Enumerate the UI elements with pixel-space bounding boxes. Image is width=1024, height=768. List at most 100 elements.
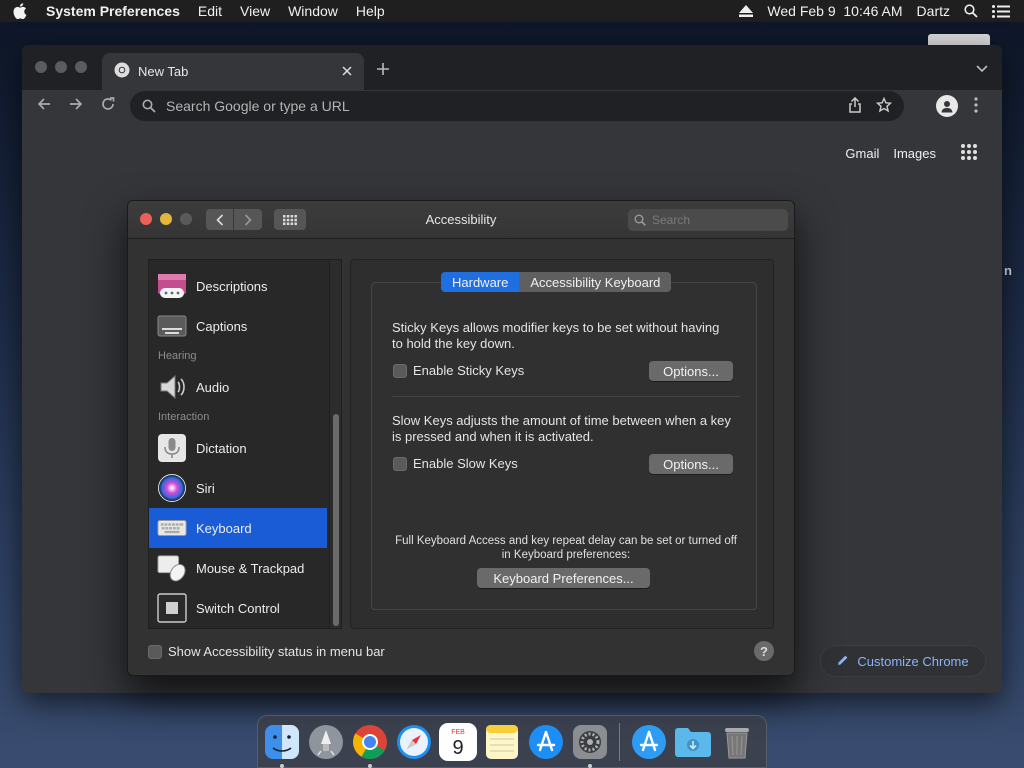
sidebar-item-audio[interactable]: Audio bbox=[149, 367, 327, 407]
keyboard-pane: Sticky Keys allows modifier keys to be s… bbox=[350, 259, 774, 629]
captions-icon bbox=[157, 311, 187, 341]
keyboard-icon bbox=[157, 513, 187, 543]
show-status-checkbox-box[interactable] bbox=[148, 644, 162, 659]
microphone-icon bbox=[157, 433, 187, 463]
zoom-window-button[interactable] bbox=[75, 61, 87, 73]
sidebar-item-keyboard[interactable]: Keyboard bbox=[149, 508, 327, 548]
keyboard-preferences-button[interactable]: Keyboard Preferences... bbox=[477, 568, 650, 588]
minimize-window-button[interactable] bbox=[55, 61, 67, 73]
app-menu[interactable]: System Preferences bbox=[40, 3, 189, 19]
finder-icon[interactable] bbox=[263, 723, 301, 768]
menu-edit[interactable]: Edit bbox=[189, 3, 231, 19]
notification-center-icon[interactable] bbox=[992, 4, 1010, 18]
sidebar-item-label: Mouse & Trackpad bbox=[196, 560, 305, 576]
customize-chrome-label: Customize Chrome bbox=[857, 653, 969, 669]
omnibox[interactable]: Search Google or type a URL bbox=[130, 91, 904, 121]
notes-icon[interactable] bbox=[483, 723, 521, 761]
tab-accessibility-keyboard[interactable]: Accessibility Keyboard bbox=[519, 272, 672, 292]
search-placeholder: Search bbox=[652, 213, 691, 227]
chrome-tabstrip: New Tab bbox=[22, 45, 1002, 90]
speaker-icon bbox=[157, 372, 187, 402]
calendar-month: FEB bbox=[451, 729, 465, 736]
slow-keys-options-button[interactable]: Options... bbox=[649, 454, 733, 474]
enable-sticky-keys-checkbox[interactable]: Enable Sticky Keys bbox=[393, 363, 524, 378]
window-titlebar[interactable]: Accessibility Search bbox=[128, 201, 794, 239]
eject-icon[interactable] bbox=[739, 5, 754, 17]
accessibility-sidebar: Descriptions Captions Hearing Audio Inte… bbox=[148, 259, 342, 629]
forward-button[interactable] bbox=[68, 96, 84, 112]
show-status-menu-checkbox[interactable]: Show Accessibility status in menu bar bbox=[148, 644, 385, 659]
sidebar-item-siri[interactable]: Siri bbox=[149, 468, 327, 508]
sidebar-item-dictation[interactable]: Dictation bbox=[149, 428, 327, 468]
sidebar-item-label: Captions bbox=[196, 318, 248, 334]
menu-help[interactable]: Help bbox=[347, 3, 394, 19]
reload-button[interactable] bbox=[100, 96, 116, 112]
google-apps-icon[interactable] bbox=[960, 143, 978, 164]
sidebar-item-descriptions[interactable]: Descriptions bbox=[149, 266, 327, 306]
menu-view[interactable]: View bbox=[231, 3, 279, 19]
new-tab-button[interactable] bbox=[376, 59, 390, 82]
calendar-icon[interactable]: FEB 9 bbox=[439, 722, 477, 761]
chrome-toolbar: Search Google or type a URL bbox=[22, 90, 1002, 122]
back-button[interactable] bbox=[36, 96, 52, 112]
downloads-folder-icon[interactable] bbox=[674, 723, 712, 761]
safari-icon[interactable] bbox=[395, 723, 433, 761]
keyboard-access-note: Full Keyboard Access and key repeat dela… bbox=[395, 535, 737, 561]
images-link[interactable]: Images bbox=[893, 146, 936, 161]
omnibox-search-icon bbox=[142, 99, 156, 113]
chrome-menu-icon[interactable] bbox=[974, 97, 978, 116]
customize-chrome-button[interactable]: Customize Chrome bbox=[820, 645, 986, 677]
omnibox-placeholder: Search Google or type a URL bbox=[166, 98, 350, 114]
sidebar-item-label: Keyboard bbox=[196, 520, 252, 536]
chrome-favicon-icon bbox=[114, 62, 130, 81]
sidebar-scrollbar[interactable] bbox=[329, 260, 341, 628]
preferences-search-field[interactable]: Search bbox=[628, 209, 788, 231]
menu-window[interactable]: Window bbox=[279, 3, 347, 19]
share-icon[interactable] bbox=[848, 96, 862, 116]
sidebar-item-label: Dictation bbox=[196, 440, 247, 456]
app-store-download-icon[interactable] bbox=[630, 723, 668, 761]
slow-keys-description: Slow Keys adjusts the amount of time bet… bbox=[392, 413, 731, 444]
pane-tabs: Hardware Accessibility Keyboard bbox=[441, 272, 672, 292]
accessibility-window: Accessibility Search Descriptions Captio… bbox=[127, 200, 795, 676]
trash-icon[interactable] bbox=[718, 723, 756, 761]
tab-new-tab[interactable]: New Tab bbox=[102, 53, 364, 90]
launchpad-icon[interactable] bbox=[307, 723, 345, 761]
close-window-button[interactable] bbox=[35, 61, 47, 73]
apple-menu-icon[interactable] bbox=[0, 3, 40, 19]
pencil-icon bbox=[837, 654, 849, 669]
sidebar-item-label: Audio bbox=[196, 379, 230, 395]
running-indicator bbox=[368, 763, 372, 768]
gmail-link[interactable]: Gmail bbox=[845, 146, 879, 161]
chrome-icon[interactable] bbox=[351, 723, 389, 768]
sticky-keys-checkbox-box[interactable] bbox=[393, 363, 407, 378]
sidebar-scrollbar-thumb[interactable] bbox=[333, 414, 339, 626]
app-store-icon[interactable] bbox=[527, 723, 565, 761]
chrome-window-controls bbox=[35, 61, 87, 73]
descriptions-icon bbox=[157, 271, 187, 301]
menu-bar: System Preferences Edit View Window Help… bbox=[0, 0, 1024, 22]
profile-avatar-icon[interactable] bbox=[936, 95, 958, 117]
bookmark-star-icon[interactable] bbox=[875, 96, 893, 116]
sticky-keys-description: Sticky Keys allows modifier keys to be s… bbox=[392, 320, 720, 351]
tab-search-chevron-icon[interactable] bbox=[976, 61, 988, 76]
calendar-day: 9 bbox=[452, 737, 463, 759]
sidebar-item-mouse-trackpad[interactable]: Mouse & Trackpad bbox=[149, 548, 327, 588]
switch-control-icon bbox=[157, 593, 187, 623]
close-tab-icon[interactable] bbox=[342, 64, 352, 79]
menubar-clock[interactable]: Wed Feb 9 10:46 AM bbox=[767, 3, 902, 19]
sidebar-item-captions[interactable]: Captions bbox=[149, 306, 327, 346]
sticky-keys-options-button[interactable]: Options... bbox=[649, 361, 733, 381]
sidebar-item-switch-control[interactable]: Switch Control bbox=[149, 588, 327, 628]
help-button[interactable]: ? bbox=[754, 641, 774, 661]
system-preferences-icon[interactable] bbox=[571, 723, 609, 768]
menubar-user[interactable]: Dartz bbox=[917, 3, 950, 19]
slow-keys-checkbox-box[interactable] bbox=[393, 456, 407, 471]
tab-hardware[interactable]: Hardware bbox=[441, 272, 520, 292]
enable-slow-keys-checkbox[interactable]: Enable Slow Keys bbox=[393, 456, 518, 471]
search-icon bbox=[634, 214, 646, 226]
running-indicator bbox=[588, 763, 592, 768]
dock-divider bbox=[619, 722, 620, 761]
spotlight-icon[interactable] bbox=[964, 4, 978, 18]
sticky-keys-checkbox-label: Enable Sticky Keys bbox=[413, 363, 525, 378]
